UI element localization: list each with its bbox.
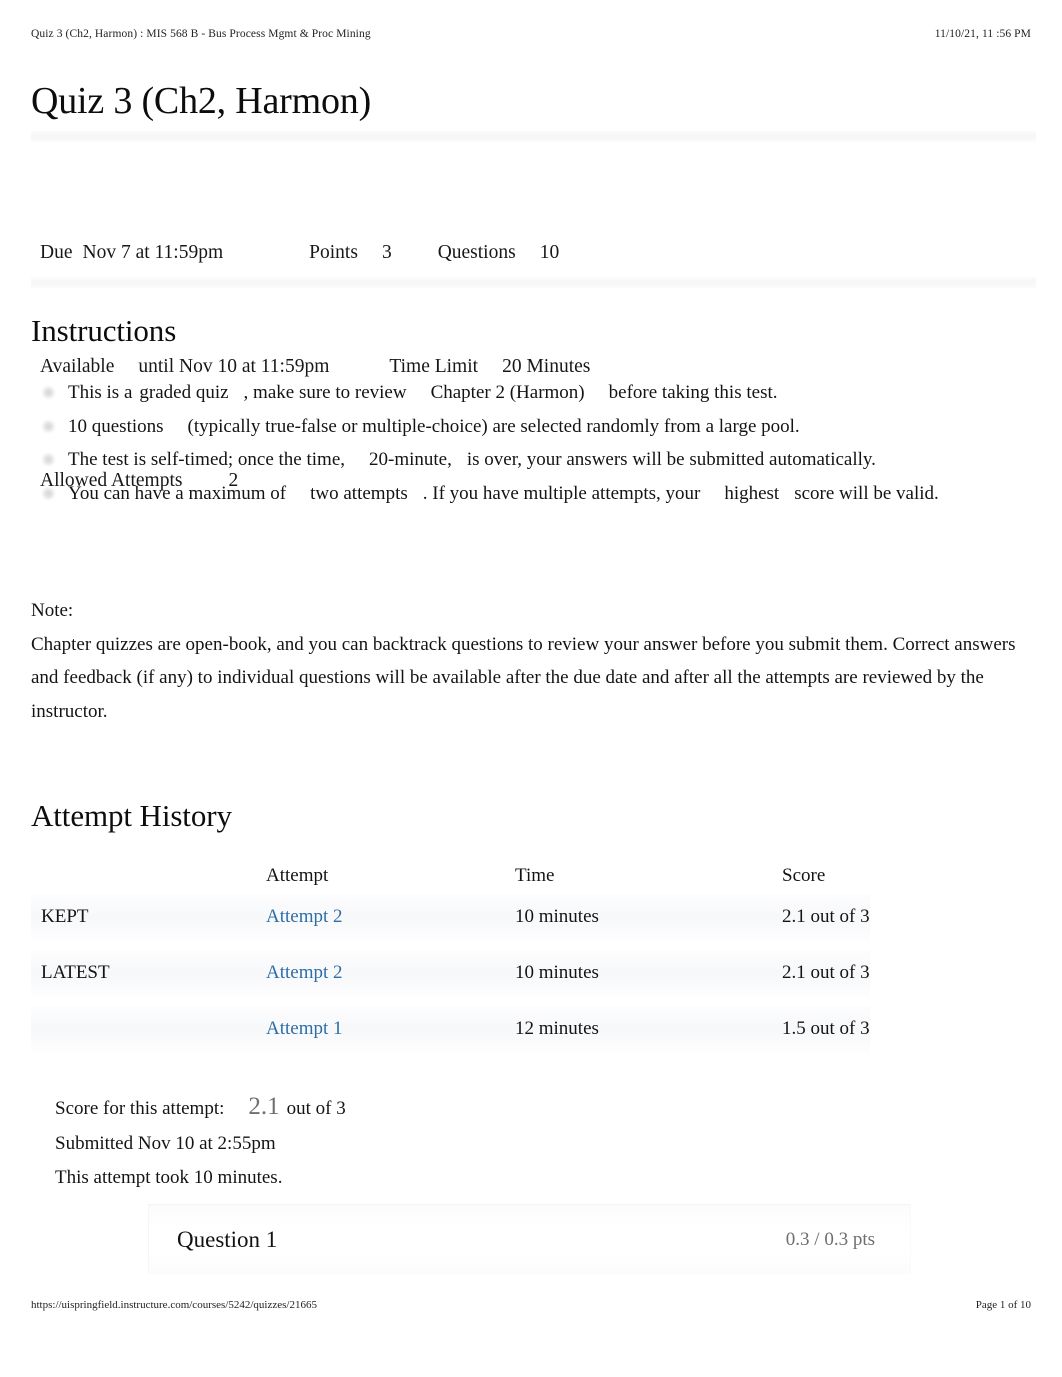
points-label: Points xyxy=(309,242,358,263)
print-footer-page-number: Page 1 of 10 xyxy=(975,1299,1031,1311)
instruction-text-part: before taking this test. xyxy=(608,382,778,403)
question-title: Question 1 xyxy=(177,1226,278,1252)
table-row-spacer xyxy=(31,996,870,1006)
duration-line: This attempt took 10 minutes. xyxy=(55,1167,283,1188)
attempt-history-table: Attempt Time Score KEPT Attempt 2 10 min… xyxy=(31,858,870,1052)
attempt-history-heading: Attempt History xyxy=(31,798,232,833)
attempt-link[interactable]: Attempt 2 xyxy=(266,962,343,983)
page-title: Quiz 3 (Ch2, Harmon) xyxy=(31,80,372,122)
table-row-spacer xyxy=(31,940,870,950)
bullet-icon xyxy=(42,453,55,466)
row-attempt-cell[interactable]: Attempt 2 xyxy=(266,894,515,940)
instruction-emphasis: two attempts xyxy=(310,482,408,504)
time-limit-label: Time Limit xyxy=(389,356,479,377)
divider-below-meta xyxy=(31,277,1036,288)
row-score-cell: 1.5 out of 3 xyxy=(782,1018,870,1039)
instructions-heading: Instructions xyxy=(31,313,177,348)
list-item: 10 questions (typically true-false or mul… xyxy=(36,410,1026,444)
instruction-emphasis: 20-minute, xyxy=(369,449,452,470)
note-label: Note: xyxy=(31,600,74,621)
attempt-link[interactable]: Attempt 1 xyxy=(266,1018,343,1039)
questions-value: 10 xyxy=(539,242,560,263)
attempt-link[interactable]: Attempt 2 xyxy=(266,906,343,927)
instruction-text-part: The test is self-timed; once the time, xyxy=(68,449,346,470)
print-header: Quiz 3 (Ch2, Harmon) : MIS 568 B - Bus P… xyxy=(31,28,1031,40)
score-line: Score for this attempt: 2.1 out of 3 xyxy=(55,1090,346,1127)
table-row: Attempt 1 12 minutes 1.5 out of 3 xyxy=(31,1006,870,1052)
bullet-icon xyxy=(42,386,55,399)
table-body: KEPT Attempt 2 10 minutes 2.1 out of 3 L… xyxy=(31,894,870,1052)
spacer-cell xyxy=(31,996,870,1006)
row-attempt-cell[interactable]: Attempt 1 xyxy=(266,1006,515,1052)
note-body: Chapter quizzes are open-book, and you c… xyxy=(31,633,1016,722)
available-label: Available xyxy=(40,356,115,377)
score-value: 2.1 xyxy=(248,1093,280,1120)
due-value: Nov 7 at 11:59pm xyxy=(82,242,224,263)
instruction-text-part: (typically true-false or multiple-choice… xyxy=(187,415,800,437)
row-time-cell: 12 minutes xyxy=(515,1018,599,1039)
instruction-text-part: This is a xyxy=(68,382,133,403)
instruction-text-part: , make sure to review xyxy=(243,382,407,403)
column-header-time: Time xyxy=(515,865,555,886)
print-header-timestamp: 11/10/21, 11 :56 PM xyxy=(934,28,1031,40)
question-points: 0.3 / 0.3 pts xyxy=(785,1228,875,1250)
available-value: until Nov 10 at 11:59pm xyxy=(138,356,330,377)
instruction-text-part: score will be valid. xyxy=(794,482,939,504)
print-footer: https://uispringfield.instructure.com/co… xyxy=(31,1299,1031,1311)
instruction-emphasis: 10 questions xyxy=(68,415,164,437)
list-item: You can have a maximum of two attempts . I… xyxy=(36,477,1026,511)
quiz-meta-row-1: Due Nov 7 at 11:59pm Points 3 Questions 10 xyxy=(40,234,1031,272)
submitted-line: Submitted Nov 10 at 2:55pm xyxy=(55,1132,276,1154)
instruction-emphasis: graded quiz xyxy=(139,382,229,403)
score-out-of: out of 3 xyxy=(286,1098,346,1119)
note-block: Note: Chapter quizzes are open-book, and… xyxy=(31,594,1026,728)
row-score-cell: 2.1 out of 3 xyxy=(782,906,870,927)
row-time-cell: 10 minutes xyxy=(515,962,599,983)
row-status-label: LATEST xyxy=(41,962,110,983)
time-limit-value: 20 Minutes xyxy=(502,356,591,377)
row-status-label: KEPT xyxy=(41,906,89,927)
question-block: Question 1 0.3 / 0.3 pts xyxy=(148,1204,911,1274)
instruction-text-part: is over, your answers will be submitted … xyxy=(466,449,876,470)
column-header-label xyxy=(31,858,266,894)
column-header-attempt: Attempt xyxy=(266,865,329,886)
divider-top xyxy=(31,131,1036,142)
score-summary: Score for this attempt: 2.1 out of 3 Submi… xyxy=(55,1090,346,1196)
table-row: LATEST Attempt 2 10 minutes 2.1 out of 3 xyxy=(31,950,870,996)
questions-label: Questions xyxy=(437,242,516,263)
instruction-emphasis: highest xyxy=(724,482,780,504)
instruction-text-part: You can have a maximum of xyxy=(68,482,287,504)
row-score-cell: 2.1 out of 3 xyxy=(782,962,870,983)
instruction-text-part: . If you have multiple attempts, your xyxy=(422,482,701,504)
table-head: Attempt Time Score xyxy=(31,858,870,894)
instructions-list: This is a graded quiz , make sure to revie… xyxy=(36,376,1026,510)
row-time-cell: 10 minutes xyxy=(515,906,599,927)
column-header-score: Score xyxy=(782,865,826,886)
table-header-row: Attempt Time Score xyxy=(31,858,870,894)
row-attempt-cell[interactable]: Attempt 2 xyxy=(266,950,515,996)
bullet-icon xyxy=(42,419,55,433)
list-item: This is a graded quiz , make sure to revie… xyxy=(36,376,1026,410)
print-footer-url: https://uispringfield.instructure.com/co… xyxy=(31,1299,317,1311)
print-header-document-title: Quiz 3 (Ch2, Harmon) : MIS 568 B - Bus P… xyxy=(31,28,371,40)
due-label: Due xyxy=(40,242,73,263)
table-row: KEPT Attempt 2 10 minutes 2.1 out of 3 xyxy=(31,894,870,940)
bullet-icon xyxy=(42,486,55,500)
spacer-cell xyxy=(31,940,870,950)
row-status-label xyxy=(31,1006,266,1052)
points-value: 3 xyxy=(381,242,392,263)
score-label: Score for this attempt: xyxy=(55,1098,225,1119)
instruction-emphasis: Chapter 2 (Harmon) xyxy=(430,382,585,403)
list-item: The test is self-timed; once the time, 20… xyxy=(36,443,1026,477)
